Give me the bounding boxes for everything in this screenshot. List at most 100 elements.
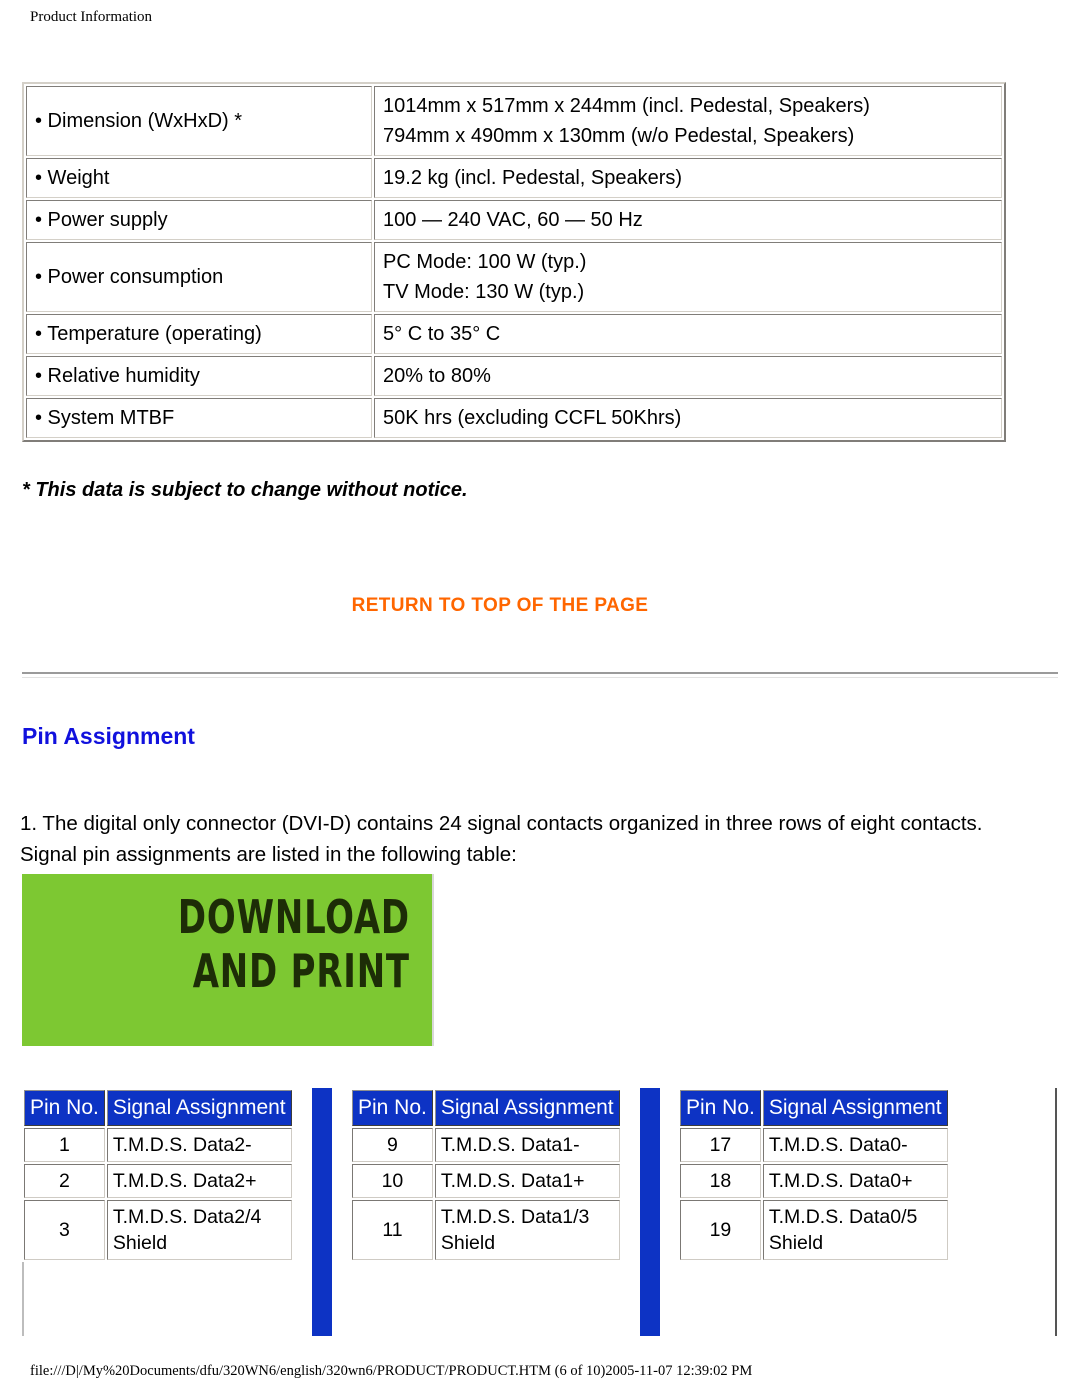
table-row: 1 T.M.D.S. Data2- [24,1128,292,1162]
spec-label-cell: • Power consumption [26,242,373,312]
signal-assignment-cell: T.M.D.S. Data2+ [106,1164,292,1198]
signal-assignment-cell: T.M.D.S. Data1+ [434,1164,620,1198]
signal-assignment-cell: T.M.D.S. Data2/4 Shield [106,1200,292,1260]
signal-assignment-line: T.M.D.S. Data0- [768,1134,908,1156]
spec-value-cell: 5° C to 35° C [374,314,1002,354]
table-row: 9 T.M.D.S. Data1- [352,1128,620,1162]
spec-value-cell: 100 — 240 VAC, 60 — 50 Hz [374,200,1002,240]
spec-value-line: PC Mode: 100 W (typ.) [383,251,587,273]
table-row: • System MTBF 50K hrs (excluding CCFL 50K… [26,398,1002,438]
signal-assignment-line: Shield [440,1232,496,1254]
pin-assignment-intro-paragraph: 1. The digital only connector (DVI-D) co… [20,811,983,866]
return-to-top-container: RETURN TO TOP OF THE PAGE [0,595,1000,617]
table-header-row: Pin No. Signal Assignment [352,1090,620,1126]
download-and-print-banner[interactable]: DOWNLOAD AND PRINT [22,874,434,1046]
spec-value-line: 5° C to 35° C [383,323,501,345]
spec-label-cell: • Temperature (operating) [26,314,373,354]
pin-assignment-table: Pin No. Signal Assignment 1 T.M.D.S. Data2-… [22,1088,294,1262]
pin-assignment-table: Pin No. Signal Assignment 17 T.M.D.S. Data0… [678,1088,950,1262]
column-header-signal-assignment: Signal Assignment [762,1090,948,1126]
pin-number-cell: 18 [680,1164,761,1198]
spec-label-cell: • Weight [26,158,373,198]
signal-assignment-cell: T.M.D.S. Data1- [434,1128,620,1162]
table-row: 17 T.M.D.S. Data0- [680,1128,948,1162]
page-running-header: Product Information [30,9,153,25]
signal-assignment-cell: T.M.D.S. Data2- [106,1128,292,1162]
column-header-signal-assignment: Signal Assignment [434,1090,620,1126]
pin-number-cell: 1 [24,1128,105,1162]
pin-table-block: Pin No. Signal Assignment 9 T.M.D.S. Data1-… [350,1088,622,1336]
column-header-pin-no: Pin No. [24,1090,105,1126]
spec-value-line: 100 — 240 VAC, 60 — 50 Hz [383,209,643,231]
spec-value-cell: 20% to 80% [374,356,1002,396]
pin-number-cell: 9 [352,1128,433,1162]
spec-label-cell: • Power supply [26,200,373,240]
pin-number-cell: 19 [680,1200,761,1260]
signal-assignment-line: T.M.D.S. Data2- [112,1134,252,1156]
pin-assignment-tables: Pin No. Signal Assignment 1 T.M.D.S. Data2-… [22,1088,1058,1336]
pin-table-separator [312,1088,332,1336]
table-row: 11 T.M.D.S. Data1/3 Shield [352,1200,620,1260]
signal-assignment-line: T.M.D.S. Data1+ [440,1170,585,1192]
signal-assignment-line: Shield [768,1232,824,1254]
column-header-pin-no: Pin No. [680,1090,761,1126]
table-header-row: Pin No. Signal Assignment [680,1090,948,1126]
signal-assignment-cell: T.M.D.S. Data0+ [762,1164,948,1198]
spec-value-line: 1014mm x 517mm x 244mm (incl. Pedestal, … [383,95,870,117]
pin-number-cell: 11 [352,1200,433,1260]
signal-assignment-line: Shield [112,1232,168,1254]
signal-assignment-line: T.M.D.S. Data2/4 [112,1206,262,1228]
spec-value-cell: PC Mode: 100 W (typ.) TV Mode: 130 W (typ… [374,242,1002,312]
table-header-row: Pin No. Signal Assignment [24,1090,292,1126]
column-header-signal-assignment: Signal Assignment [106,1090,292,1126]
download-banner-text: DOWNLOAD AND PRINT [178,894,410,994]
spec-label-cell: • Relative humidity [26,356,373,396]
table-row: • Weight 19.2 kg (incl. Pedestal, Speaker… [26,158,1002,198]
spec-value-line: TV Mode: 130 W (typ.) [383,281,585,303]
table-row: 19 T.M.D.S. Data0/5 Shield [680,1200,948,1260]
table-row: • Relative humidity 20% to 80% [26,356,1002,396]
specifications-table-body: • Dimension (WxHxD) * 1014mm x 517mm x 24… [26,86,1002,438]
page-title-pin-assignment: Pin Assignment [22,723,195,749]
table-row: • Power consumption PC Mode: 100 W (typ.)… [26,242,1002,312]
table-row: • Power supply 100 — 240 VAC, 60 — 50 Hz [26,200,1002,240]
spec-label-cell: • System MTBF [26,398,373,438]
specifications-table: • Dimension (WxHxD) * 1014mm x 517mm x 24… [22,82,1006,442]
pin-number-cell: 17 [680,1128,761,1162]
spec-value-line: 794mm x 490mm x 130mm (w/o Pedestal, Spe… [383,125,855,147]
pin-table-block: Pin No. Signal Assignment 1 T.M.D.S. Data2-… [22,1088,294,1336]
spec-value-line: 20% to 80% [383,365,491,387]
table-row: • Dimension (WxHxD) * 1014mm x 517mm x 24… [26,86,1002,156]
spec-value-cell: 19.2 kg (incl. Pedestal, Speakers) [374,158,1002,198]
page-running-footer: file:///D|/My%20Documents/dfu/320WN6/eng… [30,1363,753,1379]
pin-table-block: Pin No. Signal Assignment 17 T.M.D.S. Data0… [678,1088,950,1336]
table-row: 10 T.M.D.S. Data1+ [352,1164,620,1198]
download-banner-line1: DOWNLOAD [178,890,410,944]
signal-assignment-line: T.M.D.S. Data1- [440,1134,580,1156]
section-divider [22,672,1058,678]
signal-assignment-line: T.M.D.S. Data1/3 [440,1206,590,1228]
pin-table-separator [640,1088,660,1336]
column-header-pin-no: Pin No. [352,1090,433,1126]
signal-assignment-cell: T.M.D.S. Data0/5 Shield [762,1200,948,1260]
table-row: 2 T.M.D.S. Data2+ [24,1164,292,1198]
spec-value-line: 19.2 kg (incl. Pedestal, Speakers) [383,167,683,189]
download-banner-line2: AND PRINT [192,944,410,998]
return-to-top-link[interactable]: RETURN TO TOP OF THE PAGE [352,595,649,616]
signal-assignment-line: T.M.D.S. Data0+ [768,1170,913,1192]
pin-number-cell: 2 [24,1164,105,1198]
signal-assignment-cell: T.M.D.S. Data0- [762,1128,948,1162]
signal-assignment-cell: T.M.D.S. Data1/3 Shield [434,1200,620,1260]
spec-value-cell: 1014mm x 517mm x 244mm (incl. Pedestal, … [374,86,1002,156]
pin-assignment-table: Pin No. Signal Assignment 9 T.M.D.S. Data1-… [350,1088,622,1262]
pin-number-cell: 10 [352,1164,433,1198]
data-change-note: * This data is subject to change without… [22,479,468,501]
table-row: 3 T.M.D.S. Data2/4 Shield [24,1200,292,1260]
table-row: 18 T.M.D.S. Data0+ [680,1164,948,1198]
spec-value-cell: 50K hrs (excluding CCFL 50Khrs) [374,398,1002,438]
pin-number-cell: 3 [24,1200,105,1260]
spec-value-line: 50K hrs (excluding CCFL 50Khrs) [383,407,682,429]
table-row: • Temperature (operating) 5° C to 35° C [26,314,1002,354]
signal-assignment-line: T.M.D.S. Data2+ [112,1170,257,1192]
spec-label-cell: • Dimension (WxHxD) * [26,86,373,156]
